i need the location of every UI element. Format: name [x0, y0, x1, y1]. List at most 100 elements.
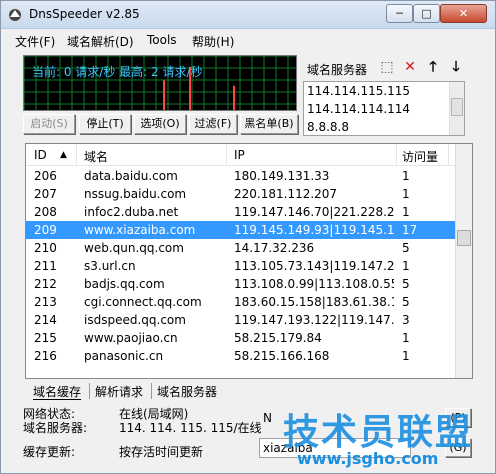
maximize-button[interactable]: □ [413, 4, 440, 23]
table-row[interactable]: 215 www.paojiao.cn 58.215.179.84 1 [26, 329, 456, 347]
delete-icon[interactable]: ✕ [401, 59, 419, 75]
start-button[interactable]: 启动(S) [23, 114, 75, 134]
cell-count: 17 [402, 223, 418, 237]
cell-id: 207 [34, 187, 57, 201]
dns-list-scroll-thumb[interactable] [451, 98, 463, 116]
cache-update-label: 缓存更新: [23, 445, 76, 459]
cell-id: 210 [34, 241, 57, 255]
menu-domain-resolve[interactable]: 域名解析(D) [67, 33, 134, 50]
table-row[interactable]: 213 cgi.connect.qq.com 183.60.15.158|183.6… [26, 293, 456, 311]
tab-domain-cache[interactable]: 域名缓存 [33, 383, 82, 400]
cell-domain: isdspeed.qq.com [84, 313, 186, 327]
title-bar[interactable]: DnsSpeeder v2.85 ─ □ ✕ [1, 1, 495, 29]
dns-panel-label: 域名服务器 [307, 63, 368, 77]
minimize-button[interactable]: ─ [386, 4, 413, 23]
table-row[interactable]: 214 isdspeed.qq.com 119.147.193.122|119.14… [26, 311, 456, 329]
cell-count: 3 [402, 313, 410, 327]
cell-id: 211 [34, 259, 57, 273]
stop-button[interactable]: 停止(T) [79, 114, 131, 134]
app-icon [9, 9, 21, 21]
table-row[interactable]: 207 nssug.baidu.com 220.181.112.207 1 [26, 185, 456, 203]
cell-count: 5 [402, 241, 410, 255]
column-divider[interactable] [448, 144, 449, 166]
tab-dns-servers[interactable]: 域名服务器 [157, 383, 217, 400]
table-row[interactable]: 208 infoc2.duba.net 119.147.146.70|221.228… [26, 203, 456, 221]
cell-count: 1 [402, 187, 410, 201]
cell-ip: 58.215.179.84 [234, 331, 322, 345]
cell-domain: s3.url.cn [84, 259, 136, 273]
cell-count: 1 [402, 349, 410, 363]
menu-help[interactable]: 帮助(H) [192, 33, 234, 50]
cell-ip: 113.108.0.99|113.108.0.55 [234, 277, 394, 291]
cell-domain: panasonic.cn [84, 349, 164, 363]
cell-domain: cgi.connect.qq.com [84, 295, 202, 309]
dns-list-scrollbar[interactable] [449, 82, 464, 135]
dns-server-item[interactable]: 8.8.8.8 [307, 120, 349, 134]
up-arrow-icon[interactable]: 🡑 [424, 59, 442, 75]
table-row[interactable]: 216 panasonic.cn 58.215.166.168 1 [26, 347, 456, 365]
cell-domain: web.qun.qq.com [84, 241, 184, 255]
dns-server-item[interactable]: 114.114.114.114 [307, 102, 410, 116]
header-id[interactable]: ID [34, 148, 47, 162]
cache-update-value: 按存活时间更新 [119, 445, 204, 459]
options-button[interactable]: 选项(O) [134, 114, 186, 134]
cell-count: 1 [402, 205, 410, 219]
column-divider[interactable] [226, 144, 227, 166]
request-rate-graph: 当前: 0 请求/秒 最高: 2 请求/秒 [23, 55, 297, 111]
cell-count: 5 [402, 277, 410, 291]
table-row[interactable]: 209 www.xiazaiba.com 119.145.149.93|119.14… [26, 221, 456, 239]
cell-id: 208 [34, 205, 57, 219]
cell-domain: infoc2.duba.net [84, 205, 179, 219]
down-arrow-icon[interactable]: 🡓 [447, 59, 465, 75]
cell-count: 5 [402, 295, 410, 309]
close-button[interactable]: ✕ [440, 4, 487, 23]
tab-divider [151, 383, 152, 399]
cell-domain: nssug.baidu.com [84, 187, 187, 201]
cell-ip: 119.147.146.70|221.228.2... [234, 205, 394, 219]
cell-ip: 180.149.131.33 [234, 169, 330, 183]
filter-button[interactable]: 过滤(F) [189, 114, 237, 134]
dns-server-list[interactable]: 114.114.115.115 114.114.114.114 8.8.8.8 [303, 81, 465, 136]
dns-status-label: 域名服务器: [23, 421, 88, 435]
table-row[interactable]: 210 web.qun.qq.com 14.17.32.236 5 [26, 239, 456, 257]
tab-resolve-requests[interactable]: 解析请求 [95, 383, 143, 400]
dns-server-item[interactable]: 114.114.115.115 [307, 84, 410, 98]
cell-ip: 58.215.166.168 [234, 349, 330, 363]
app-window: DnsSpeeder v2.85 ─ □ ✕ 文件(F) 域名解析(D) Too… [0, 0, 496, 474]
graph-rate-text: 当前: 0 请求/秒 最高: 2 请求/秒 [32, 65, 203, 79]
header-ip[interactable]: IP [234, 148, 245, 162]
blacklist-button[interactable]: 黑名单(B) [240, 114, 298, 134]
cell-id: 213 [34, 295, 57, 309]
menu-bar: 文件(F) 域名解析(D) Tools 帮助(H) [1, 29, 495, 51]
cell-id: 212 [34, 277, 57, 291]
header-count[interactable]: 访问量 [402, 148, 438, 165]
table-row[interactable]: 211 s3.url.cn 113.105.73.143|119.147.2... 1 [26, 257, 456, 275]
table-row[interactable]: 212 badjs.qq.com 113.108.0.99|113.108.0.55… [26, 275, 456, 293]
new-icon[interactable]: ⬚ [378, 59, 396, 75]
table-scroll-thumb[interactable] [457, 230, 471, 246]
cell-count: 1 [402, 169, 410, 183]
menu-tools[interactable]: Tools [147, 33, 177, 47]
table-scrollbar[interactable] [455, 144, 472, 378]
watermark-url: www.jsgho.com [297, 449, 439, 468]
cell-id: 206 [34, 169, 57, 183]
cell-ip: 119.145.149.93|119.145.1... [234, 223, 394, 237]
cell-id: 209 [34, 223, 57, 237]
column-divider[interactable] [76, 144, 77, 166]
cell-domain: www.xiazaiba.com [84, 223, 196, 237]
cell-count: 1 [402, 259, 410, 273]
table-header: ID ▲ 域名 IP 访问量 [26, 144, 456, 166]
cell-id: 214 [34, 313, 57, 327]
menu-file[interactable]: 文件(F) [15, 33, 55, 50]
column-divider[interactable] [396, 144, 397, 166]
window-title: DnsSpeeder v2.85 [29, 7, 140, 21]
cell-ip: 220.181.112.207 [234, 187, 338, 201]
n-label: N [263, 411, 272, 425]
cell-count: 1 [402, 331, 410, 345]
sort-asc-icon: ▲ [60, 150, 67, 160]
table-row[interactable]: 206 data.baidu.com 180.149.131.33 1 [26, 167, 456, 185]
header-domain[interactable]: 域名 [84, 148, 108, 165]
cell-domain: data.baidu.com [84, 169, 178, 183]
cell-ip: 119.147.193.122|119.147.... [234, 313, 394, 327]
cell-ip: 183.60.15.158|183.61.38.1... [234, 295, 394, 309]
